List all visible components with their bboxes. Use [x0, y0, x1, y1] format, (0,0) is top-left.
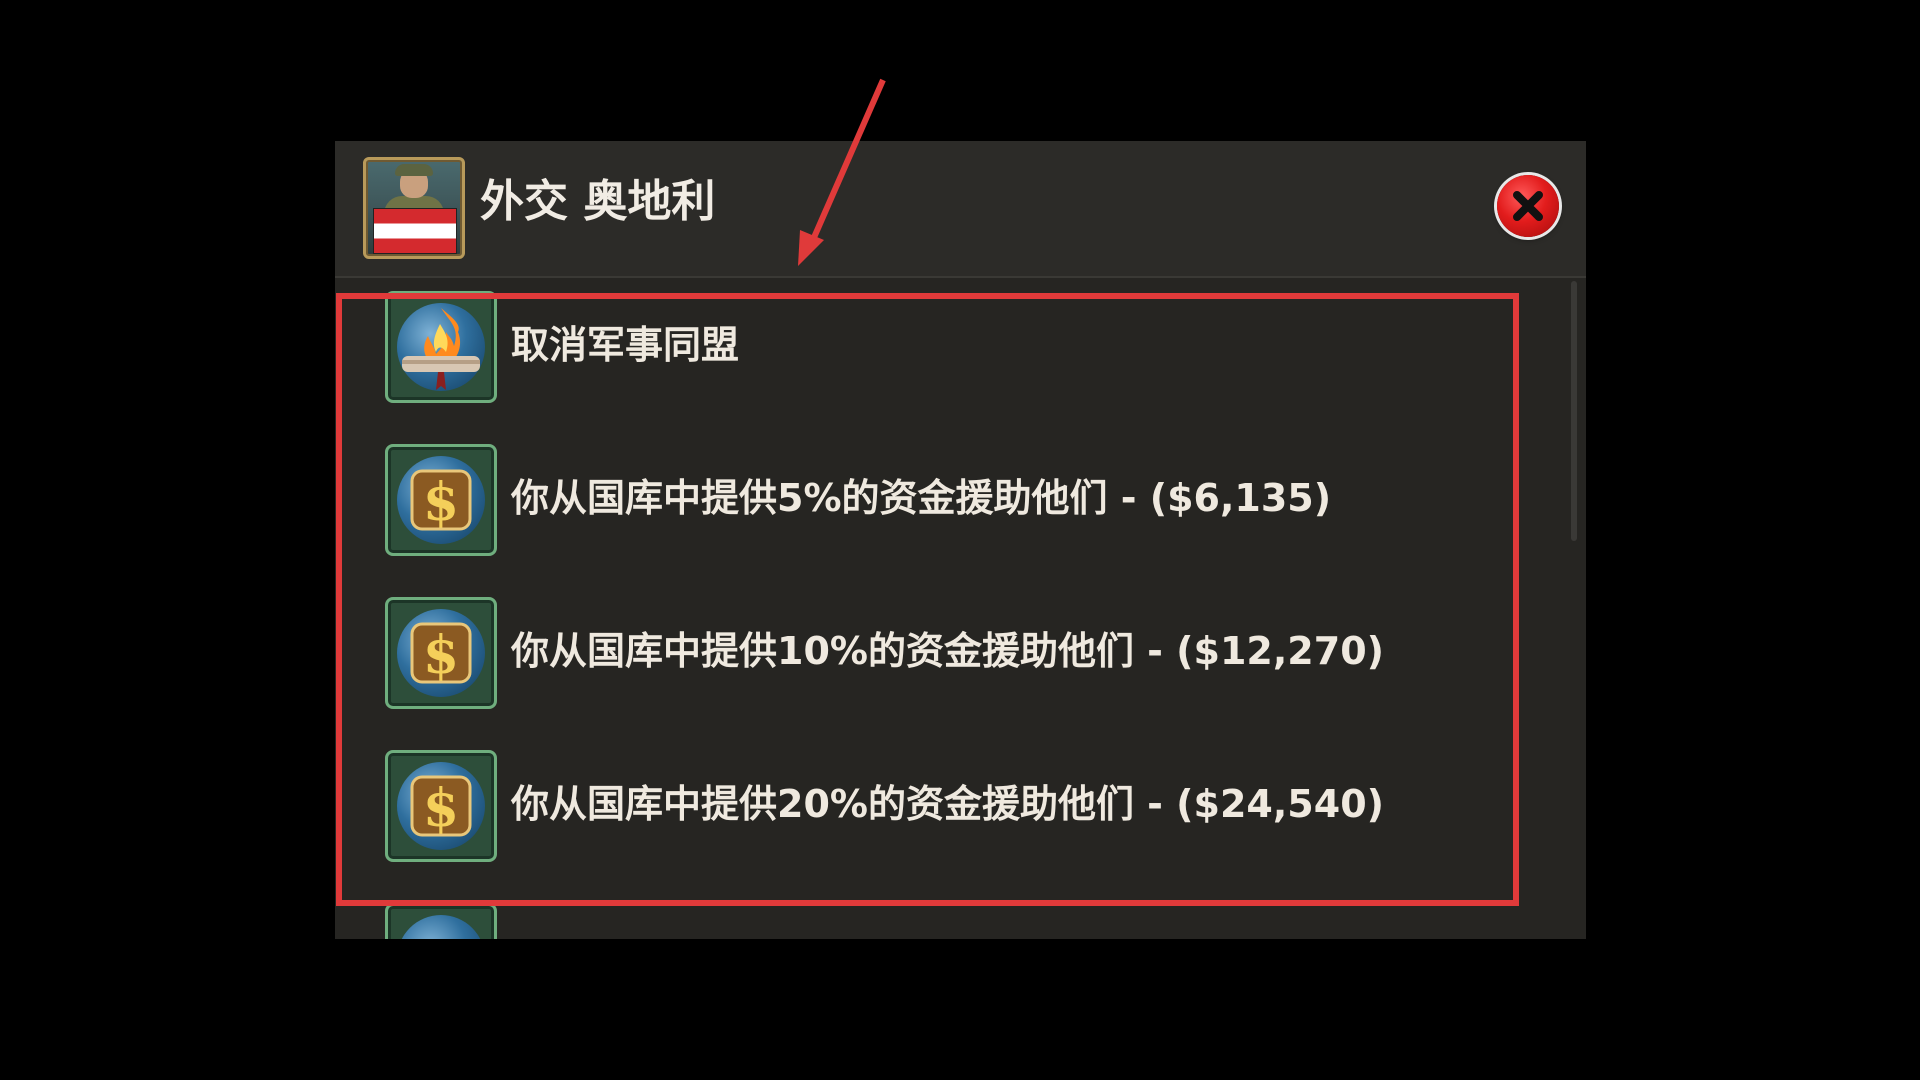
svg-text:$: $ — [423, 472, 459, 533]
dollar-icon: $ — [385, 444, 497, 556]
dollar-icon: $ — [385, 750, 497, 862]
dollar-icon: $ — [385, 597, 497, 709]
close-button[interactable] — [1497, 175, 1559, 237]
diplomacy-dialog: 外交 奥地利 取消军事同盟 $ 你从国库中提供5%的资金援助他们 - ($6,1… — [335, 141, 1586, 939]
dialog-header: 外交 奥地利 — [335, 141, 1586, 278]
leader-cap — [395, 164, 433, 176]
dialog-title: 外交 奥地利 — [480, 176, 716, 227]
action-aid-10-percent[interactable]: $ 你从国库中提供10%的资金援助他们 - ($12,270) — [385, 597, 1535, 709]
diplomacy-action-list: 取消军事同盟 $ 你从国库中提供5%的资金援助他们 - ($6,135) $ 你… — [335, 289, 1565, 939]
action-label: 你从国库中提供10%的资金援助他们 - ($12,270) — [511, 629, 1384, 673]
svg-text:$: $ — [423, 625, 459, 686]
leader-portrait — [363, 157, 465, 259]
scrollbar[interactable] — [1571, 281, 1577, 541]
screen: 外交 奥地利 取消军事同盟 $ 你从国库中提供5%的资金援助他们 - ($6,1… — [0, 0, 1920, 1080]
dollar-icon — [385, 903, 497, 939]
action-aid-20-percent[interactable]: $ 你从国库中提供20%的资金援助他们 - ($24,540) — [385, 750, 1535, 862]
action-aid-5-percent[interactable]: $ 你从国库中提供5%的资金援助他们 - ($6,135) — [385, 444, 1535, 556]
svg-text:$: $ — [423, 778, 459, 839]
action-partial-next[interactable] — [385, 903, 1535, 939]
burning-treaty-icon — [385, 291, 497, 403]
austria-flag-icon — [373, 208, 457, 254]
action-label: 取消军事同盟 — [511, 323, 740, 367]
action-label: 你从国库中提供20%的资金援助他们 - ($24,540) — [511, 782, 1384, 826]
action-label: 你从国库中提供5%的资金援助他们 - ($6,135) — [511, 476, 1332, 520]
action-cancel-military-alliance[interactable]: 取消军事同盟 — [385, 291, 1535, 403]
close-icon — [1513, 191, 1543, 221]
